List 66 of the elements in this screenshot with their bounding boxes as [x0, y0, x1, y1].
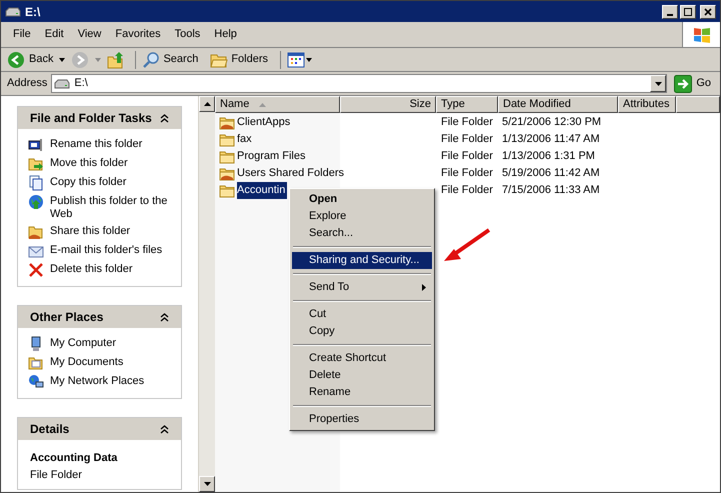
file-name: ClientApps: [237, 115, 292, 130]
menu-item[interactable]: Delete: [292, 367, 432, 384]
task-link[interactable]: Share this folder: [50, 224, 130, 238]
date-modified: 5/21/2006 12:30 PM: [501, 115, 602, 130]
menu-item[interactable]: Search...: [292, 225, 432, 242]
menu-item[interactable]: Send To: [292, 279, 432, 296]
menu-item[interactable]: Rename: [292, 384, 432, 401]
menu-item[interactable]: Tools: [174, 26, 200, 43]
column-header[interactable]: Size: [340, 96, 436, 113]
date-modified: 7/15/2006 11:33 AM: [501, 183, 601, 198]
file-name: Users Shared Folders: [237, 166, 345, 182]
file-type: File Folder: [440, 132, 494, 148]
file-name: fax: [237, 132, 253, 148]
task-link[interactable]: E-mail this folder's files: [50, 243, 162, 257]
address-label: Address: [7, 76, 48, 92]
column-header[interactable]: Attributes: [618, 96, 676, 113]
task-link[interactable]: My Network Places: [50, 374, 144, 388]
panel-title: Details: [30, 421, 70, 438]
go-button[interactable]: Go: [671, 74, 714, 92]
details-name: Accounting Data: [30, 451, 118, 466]
address-field[interactable]: E:\: [51, 74, 668, 93]
panel-header[interactable]: File and Folder Tasks: [18, 107, 181, 129]
menu-item[interactable]: Favorites: [115, 26, 161, 43]
back-button[interactable]: Back: [7, 50, 54, 68]
task-link[interactable]: Copy this folder: [50, 175, 126, 189]
file-row[interactable]: fax File Folder 1/13/2006 11:47 AM: [215, 131, 618, 148]
menu-item[interactable]: Open: [292, 191, 432, 208]
file-row[interactable]: Users Shared Folders File Folder 5/19/2006 11:42 AM: [215, 165, 618, 182]
task-link[interactable]: Rename this folder: [50, 137, 142, 151]
file-row[interactable]: ClientApps File Folder 5/21/2006 12:30 PM: [215, 114, 618, 131]
column-header[interactable]: Date Modified: [498, 96, 618, 113]
menu-item[interactable]: Edit: [44, 26, 64, 43]
column-header[interactable]: Name: [215, 96, 340, 113]
menu-item[interactable]: View: [78, 26, 102, 43]
menu-item[interactable]: Copy: [292, 323, 432, 340]
menu-item[interactable]: Sharing and Security...: [292, 252, 432, 269]
file-row[interactable]: Program Files File Folder 1/13/2006 1:31 PM: [215, 148, 618, 165]
date-modified: 1/13/2006 1:31 PM: [501, 149, 596, 164]
menu-item[interactable]: Cut: [292, 306, 432, 323]
panel-header[interactable]: Details: [18, 418, 181, 440]
file-type: File Folder: [440, 149, 494, 164]
task-link[interactable]: My Computer: [50, 336, 116, 350]
menu-item[interactable]: File: [13, 26, 31, 43]
menu-item[interactable]: Explore: [292, 208, 432, 225]
file-type: File Folder: [440, 115, 494, 130]
search-button[interactable]: Search: [142, 50, 198, 68]
panel-header[interactable]: Other Places: [18, 306, 181, 328]
file-type: File Folder: [440, 183, 494, 198]
task-link[interactable]: Delete this folder: [50, 262, 133, 276]
panel-title: File and Folder Tasks: [30, 110, 152, 127]
column-header[interactable]: Type: [436, 96, 498, 113]
menu-item[interactable]: Help: [214, 26, 237, 43]
task-link[interactable]: Publish this folder to the Web: [50, 194, 171, 221]
file-type: File Folder: [440, 166, 494, 182]
panel-title: Other Places: [30, 309, 104, 326]
menu-item[interactable]: Create Shortcut: [292, 350, 432, 367]
date-modified: 1/13/2006 11:47 AM: [501, 132, 601, 148]
task-link[interactable]: My Documents: [50, 355, 124, 369]
details-type: File Folder: [30, 468, 83, 482]
task-link[interactable]: Move this folder: [50, 156, 128, 170]
folders-button[interactable]: Folders: [210, 51, 268, 68]
window-title: E:\: [25, 4, 40, 20]
file-name: Accountin: [237, 182, 288, 199]
date-modified: 5/19/2006 11:42 AM: [501, 166, 601, 182]
menu-item[interactable]: Properties: [292, 411, 432, 428]
file-name: Program Files: [237, 149, 306, 164]
